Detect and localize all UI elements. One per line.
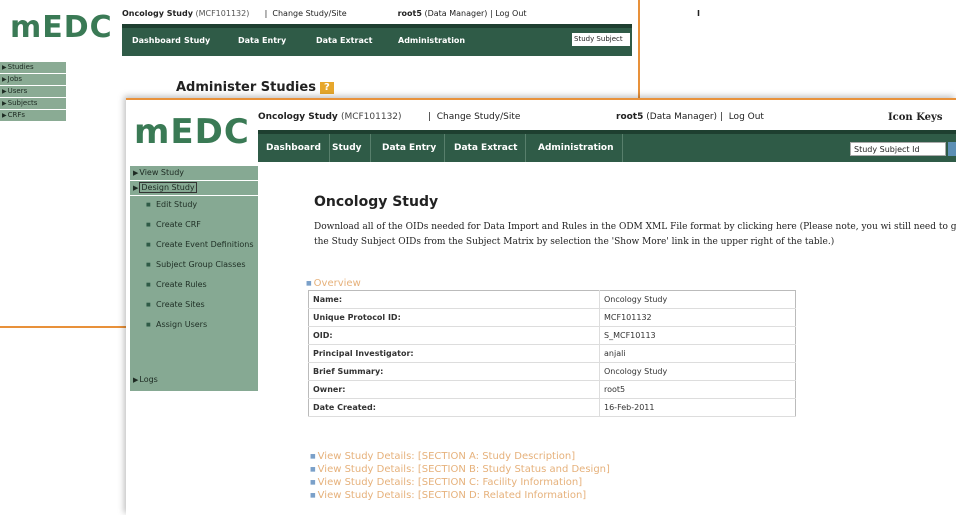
user-role: (Data Manager)	[646, 112, 718, 122]
study-subject-id-input[interactable]: Study Subject Id	[850, 142, 946, 156]
change-study-link[interactable]: Change Study/Site	[272, 9, 346, 18]
table-row: Principal Investigator: anjali	[308, 344, 796, 363]
nav-study[interactable]: Study	[184, 36, 210, 45]
overview-value: root5	[599, 380, 796, 399]
nav-dashboard[interactable]: Dashboard	[258, 134, 330, 162]
change-study-link[interactable]: Change Study/Site	[437, 112, 521, 122]
front-window: mEDC Oncology Study (MCF101132) | Change…	[126, 98, 956, 515]
overview-key: Brief Summary:	[308, 362, 600, 381]
change-study-wrapper: | Change Study/Site	[428, 112, 521, 122]
sidebar-item-subjects[interactable]: Subjects	[0, 98, 66, 109]
nav-dashboard[interactable]: Dashboard	[132, 36, 181, 45]
logout-link[interactable]: Log Out	[495, 9, 526, 18]
icon-keys-link[interactable]: Icon Keys	[888, 112, 942, 123]
front-sidebar: View Study Design Study Edit Study Creat…	[130, 166, 258, 391]
sidebar-item-edit-study[interactable]: Edit Study	[146, 200, 258, 210]
current-study-code: (MCF101132)	[195, 9, 250, 18]
corner-text: I	[697, 9, 700, 18]
user-info: root5 (Data Manager) | Log Out	[616, 112, 764, 122]
current-study: Oncology Study (MCF101132)	[258, 112, 402, 122]
overview-key: OID:	[308, 326, 600, 345]
back-header-bar: Oncology Study (MCF101132) | Change Stud…	[122, 9, 700, 18]
user-name: root5	[397, 9, 422, 18]
table-row: OID: S_MCF10113	[308, 326, 796, 345]
overview-value: 16-Feb-2011	[599, 398, 796, 417]
sidebar-item-create-rules[interactable]: Create Rules	[146, 280, 258, 290]
overview-value: anjali	[599, 344, 796, 363]
back-main-nav: Dashboard Study Data Entry Data Extract …	[122, 24, 632, 56]
table-row: Brief Summary: Oncology Study	[308, 362, 796, 381]
sidebar-item-jobs[interactable]: Jobs	[0, 74, 66, 85]
page-title: Administer Studies?	[176, 80, 334, 95]
user-name: root5	[616, 112, 644, 122]
medc-logo: mEDC	[10, 10, 113, 45]
nav-study[interactable]: Study	[324, 134, 371, 162]
overview-key: Principal Investigator:	[308, 344, 600, 363]
sidebar-view-study[interactable]: View Study	[130, 166, 258, 181]
front-main-nav: Dashboard Study Data Entry Data Extract …	[258, 130, 956, 162]
sidebar-item-users[interactable]: Users	[0, 86, 66, 97]
sidebar-item-create-event-definitions[interactable]: Create Event Definitions	[146, 240, 258, 250]
main-content: Oncology Study Download all of the OIDs …	[284, 166, 956, 511]
back-sidebar: Studies Jobs Users Subjects CRFs	[0, 62, 66, 122]
sidebar-design-study-label: Design Study	[139, 182, 197, 193]
study-subject-search[interactable]: Study Subject	[572, 33, 630, 46]
medc-logo: mEDC	[134, 112, 250, 152]
overview-toggle[interactable]: Overview	[306, 278, 361, 289]
sidebar-logs[interactable]: Logs	[130, 374, 258, 386]
section-c-link[interactable]: View Study Details: [SECTION C: Facility…	[310, 476, 610, 489]
sidebar-item-create-crf[interactable]: Create CRF	[146, 220, 258, 230]
nav-data-entry[interactable]: Data Entry	[238, 36, 286, 45]
nav-data-entry[interactable]: Data Entry	[374, 134, 446, 162]
sidebar-item-crfs[interactable]: CRFs	[0, 110, 66, 121]
search-go-button[interactable]	[948, 142, 956, 156]
section-a-link[interactable]: View Study Details: [SECTION A: Study De…	[310, 450, 610, 463]
current-study-name: Oncology Study	[258, 112, 338, 122]
current-study-code: (MCF101132)	[340, 112, 402, 122]
page-title: Oncology Study	[314, 194, 439, 210]
sidebar-item-studies[interactable]: Studies	[0, 62, 66, 73]
help-icon[interactable]: ?	[319, 82, 334, 94]
sidebar-item-subject-group-classes[interactable]: Subject Group Classes	[146, 260, 258, 270]
study-detail-sections: View Study Details: [SECTION A: Study De…	[310, 450, 610, 502]
table-row: Unique Protocol ID: MCF101132	[308, 308, 796, 327]
overview-key: Date Created:	[308, 398, 600, 417]
overview-value: Oncology Study	[599, 290, 796, 309]
sidebar-item-assign-users[interactable]: Assign Users	[146, 320, 258, 330]
overview-value: Oncology Study	[599, 362, 796, 381]
oid-download-text[interactable]: Download all of the OIDs needed for Data…	[314, 220, 956, 250]
overview-key: Owner:	[308, 380, 600, 399]
table-row: Name: Oncology Study	[308, 290, 796, 309]
table-row: Owner: root5	[308, 380, 796, 399]
section-d-link[interactable]: View Study Details: [SECTION D: Related …	[310, 489, 610, 502]
overview-key: Unique Protocol ID:	[308, 308, 600, 327]
user-role: (Data Manager)	[424, 9, 488, 18]
overview-value: S_MCF10113	[599, 326, 796, 345]
nav-data-extract[interactable]: Data Extract	[446, 134, 527, 162]
table-row: Date Created: 16-Feb-2011	[308, 398, 796, 417]
logout-link[interactable]: Log Out	[729, 112, 764, 122]
overview-value: MCF101132	[599, 308, 796, 327]
design-study-menu: Edit Study Create CRF Create Event Defin…	[130, 200, 258, 330]
sidebar-design-study[interactable]: Design Study	[130, 181, 258, 196]
nav-administration[interactable]: Administration	[398, 36, 465, 45]
page-title-text: Administer Studies	[176, 80, 316, 95]
nav-administration[interactable]: Administration	[530, 134, 623, 162]
sidebar-item-create-sites[interactable]: Create Sites	[146, 300, 258, 310]
nav-data-extract[interactable]: Data Extract	[316, 36, 372, 45]
overview-table: Name: Oncology Study Unique Protocol ID: M…	[308, 290, 796, 417]
section-b-link[interactable]: View Study Details: [SECTION B: Study St…	[310, 463, 610, 476]
overview-key: Name:	[308, 290, 600, 309]
current-study-name: Oncology Study	[122, 9, 193, 18]
